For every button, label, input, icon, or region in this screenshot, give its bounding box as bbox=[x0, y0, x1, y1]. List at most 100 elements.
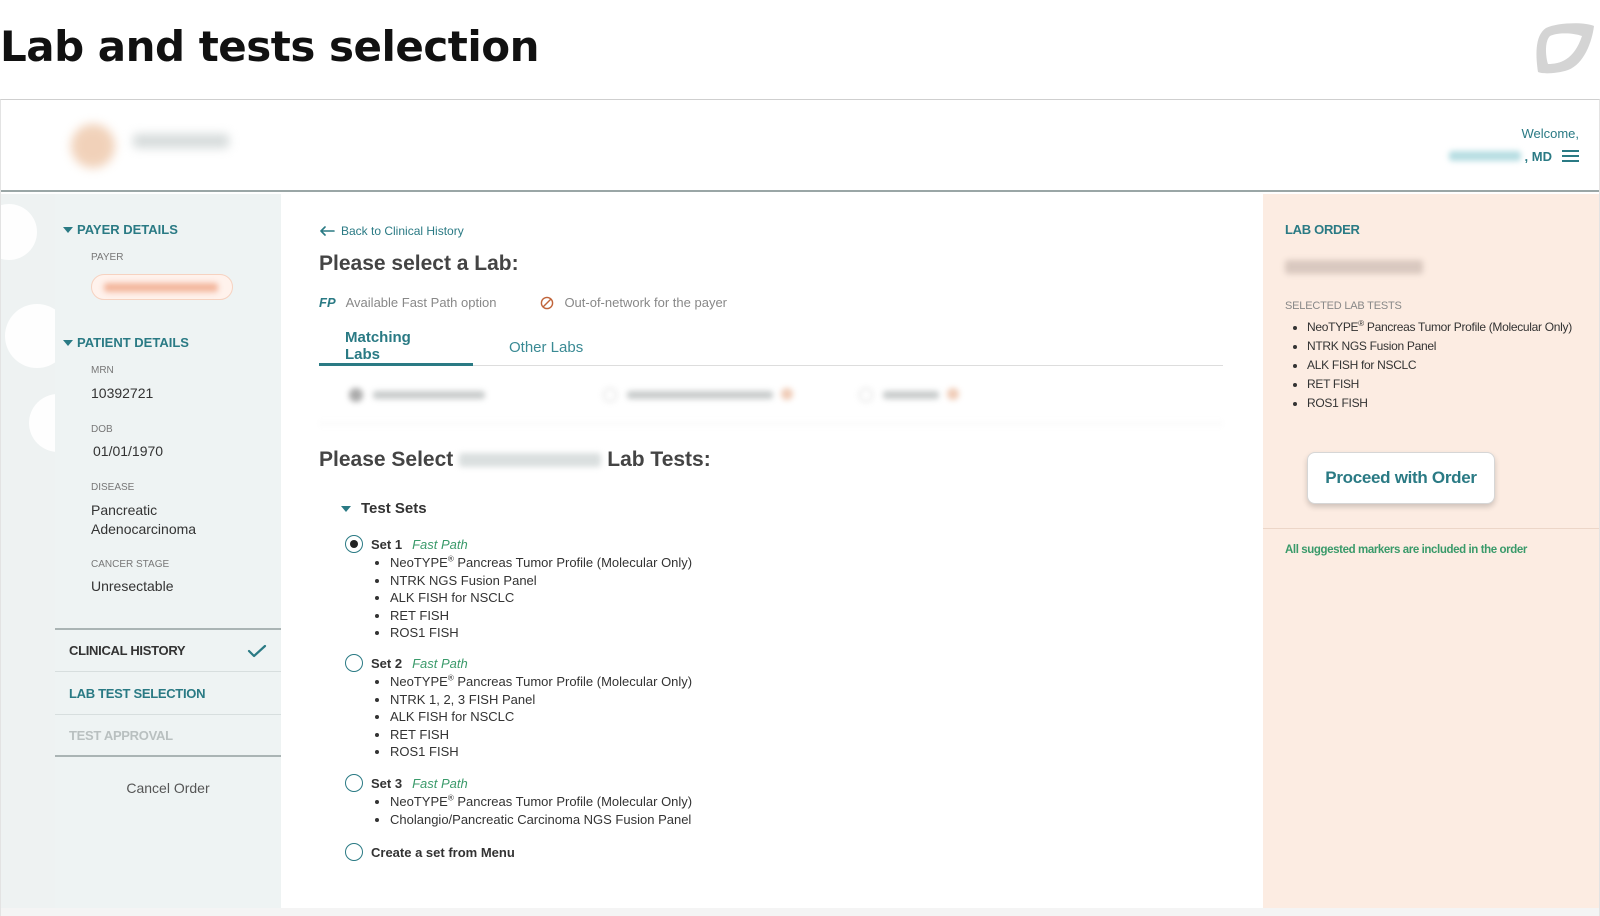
welcome-block: Welcome, , MD bbox=[1448, 126, 1579, 165]
selected-tests-list: NeoTYPE® Pancreas Tumor Profile (Molecul… bbox=[1307, 320, 1587, 415]
test-sets-label: Test Sets bbox=[361, 500, 427, 517]
create-set-option[interactable]: Create a set from Menu bbox=[345, 843, 515, 861]
back-link-label: Back to Clinical History bbox=[341, 224, 464, 238]
list-item: Cholangio/Pancreatic Carcinoma NGS Fusio… bbox=[390, 811, 692, 829]
radio-icon[interactable] bbox=[345, 843, 363, 861]
main-content: Back to Clinical History Please select a… bbox=[281, 194, 1263, 916]
test-set-2[interactable]: Set 2 Fast Path NeoTYPE® Pancreas Tumor … bbox=[345, 654, 692, 761]
user-suffix: , MD bbox=[1524, 148, 1552, 164]
list-item: NTRK NGS Fusion Panel bbox=[1307, 339, 1587, 354]
list-item: ALK FISH for NSCLC bbox=[390, 589, 692, 607]
disease-line-2: Adenocarcinoma bbox=[91, 521, 197, 537]
cancer-stage-label: CANCER STAGE bbox=[91, 559, 170, 570]
select-tests-title: Please Select Lab Tests: bbox=[319, 448, 711, 472]
payer-label: PAYER bbox=[91, 252, 124, 263]
tab-matching-labs[interactable]: Matching Labs bbox=[319, 328, 473, 366]
order-lab-name bbox=[1285, 260, 1423, 274]
disease-label: DISEASE bbox=[91, 482, 135, 493]
set-label: Set 3 bbox=[371, 775, 403, 791]
list-item: ROS1 FISH bbox=[390, 743, 692, 761]
legend-row: FP Available Fast Path option Out-of-net… bbox=[319, 295, 727, 310]
fast-path-legend: Available Fast Path option bbox=[345, 295, 497, 310]
mrn-label: MRN bbox=[91, 365, 114, 376]
payer-details-header[interactable]: PAYER DETAILS bbox=[63, 222, 178, 237]
proceed-with-order-button[interactable]: Proceed with Order bbox=[1307, 452, 1495, 504]
lab-order-panel: LAB ORDER SELECTED LAB TESTS NeoTYPE® Pa… bbox=[1263, 194, 1599, 916]
brand-logo bbox=[71, 120, 241, 168]
caret-down-icon bbox=[341, 505, 351, 512]
back-arrow-icon bbox=[320, 226, 335, 236]
lab-tabs: Matching Labs Other Labs bbox=[319, 328, 1223, 366]
selected-tests-label: SELECTED LAB TESTS bbox=[1285, 300, 1402, 312]
payer-details-title: PAYER DETAILS bbox=[77, 222, 178, 237]
radio-icon[interactable] bbox=[345, 654, 363, 672]
nav-label: TEST APPROVAL bbox=[69, 727, 173, 743]
fast-path-badge: FP bbox=[319, 295, 336, 310]
sidebar: PAYER DETAILS PAYER PATIENT DETAILS MRN … bbox=[55, 194, 281, 916]
list-item: RET FISH bbox=[390, 726, 692, 744]
radio-icon[interactable] bbox=[345, 535, 363, 553]
tab-other-labs[interactable]: Other Labs bbox=[473, 328, 609, 366]
list-item: NeoTYPE® Pancreas Tumor Profile (Molecul… bbox=[390, 793, 692, 811]
test-set-3[interactable]: Set 3 Fast Path NeoTYPE® Pancreas Tumor … bbox=[345, 774, 692, 828]
list-item: NTRK 1, 2, 3 FISH Panel bbox=[390, 691, 692, 709]
cancer-stage-value: Unresectable bbox=[91, 578, 174, 594]
caret-down-icon bbox=[63, 339, 73, 346]
welcome-text: Welcome, bbox=[1521, 126, 1579, 141]
disease-value: Pancreatic Adenocarcinoma bbox=[91, 501, 196, 539]
list-item: RET FISH bbox=[1307, 377, 1587, 392]
test-set-1[interactable]: Set 1 Fast Path NeoTYPE® Pancreas Tumor … bbox=[345, 535, 692, 642]
patient-details-header[interactable]: PATIENT DETAILS bbox=[63, 335, 189, 350]
list-item: NeoTYPE® Pancreas Tumor Profile (Molecul… bbox=[390, 673, 692, 691]
disease-line-1: Pancreatic bbox=[91, 502, 158, 518]
app-header: Welcome, , MD bbox=[1, 100, 1599, 192]
list-item: NeoTYPE® Pancreas Tumor Profile (Molecul… bbox=[1307, 320, 1587, 335]
dob-value: 01/01/1970 bbox=[93, 443, 164, 459]
set-test-list: NeoTYPE® Pancreas Tumor Profile (Molecul… bbox=[390, 554, 692, 642]
nav-lab-test-selection[interactable]: LAB TEST SELECTION bbox=[55, 671, 281, 714]
fast-path-tag: Fast Path bbox=[412, 775, 468, 791]
patient-details-title: PATIENT DETAILS bbox=[77, 335, 189, 350]
out-of-network-legend: Out-of-network for the payer bbox=[564, 295, 728, 310]
check-icon bbox=[247, 644, 267, 657]
set-test-list: NeoTYPE® Pancreas Tumor Profile (Molecul… bbox=[390, 793, 692, 828]
menu-icon[interactable] bbox=[1562, 147, 1579, 165]
lab-options bbox=[319, 366, 1223, 424]
divider bbox=[1263, 528, 1599, 529]
bottom-edge bbox=[1, 908, 1599, 916]
list-item: NTRK NGS Fusion Panel bbox=[390, 572, 692, 590]
decorative-strip bbox=[1, 194, 87, 916]
create-set-label: Create a set from Menu bbox=[371, 844, 515, 860]
lab-order-title: LAB ORDER bbox=[1285, 222, 1360, 237]
mrn-value: 10392721 bbox=[91, 385, 154, 401]
suggested-markers-note: All suggested markers are included in th… bbox=[1285, 544, 1527, 556]
list-item: NeoTYPE® Pancreas Tumor Profile (Molecul… bbox=[390, 554, 692, 572]
corner-logo-icon bbox=[1536, 23, 1594, 74]
dob-label: DOB bbox=[91, 424, 113, 435]
fast-path-tag: Fast Path bbox=[412, 655, 468, 671]
selected-lab-name bbox=[459, 453, 602, 467]
out-of-network-icon bbox=[541, 296, 554, 309]
back-link[interactable]: Back to Clinical History bbox=[319, 224, 464, 238]
list-item: RET FISH bbox=[390, 607, 692, 625]
select-tests-prefix: Please Select bbox=[319, 448, 454, 471]
set-label: Set 2 bbox=[371, 655, 403, 671]
payer-value bbox=[91, 274, 233, 300]
list-item: ALK FISH for NSCLC bbox=[390, 708, 692, 726]
cancel-order-link[interactable]: Cancel Order bbox=[55, 780, 281, 796]
user-name bbox=[1448, 151, 1521, 161]
test-sets-header[interactable]: Test Sets bbox=[341, 500, 427, 517]
set-label: Set 1 bbox=[371, 536, 403, 552]
radio-icon[interactable] bbox=[345, 774, 363, 792]
list-item: ROS1 FISH bbox=[390, 624, 692, 642]
nav-test-approval: TEST APPROVAL bbox=[55, 714, 281, 757]
nav-label: CLINICAL HISTORY bbox=[69, 643, 186, 658]
nav-clinical-history[interactable]: CLINICAL HISTORY bbox=[55, 628, 281, 671]
caret-down-icon bbox=[63, 226, 73, 233]
list-item: ALK FISH for NSCLC bbox=[1307, 358, 1587, 373]
app-frame: Welcome, , MD PAYER DETAILS PAYER PATIEN… bbox=[0, 99, 1600, 916]
nav-label: LAB TEST SELECTION bbox=[69, 685, 206, 701]
step-nav: CLINICAL HISTORY LAB TEST SELECTION TEST… bbox=[55, 628, 281, 757]
page-heading: Lab and tests selection bbox=[0, 22, 539, 71]
list-item: ROS1 FISH bbox=[1307, 396, 1587, 411]
